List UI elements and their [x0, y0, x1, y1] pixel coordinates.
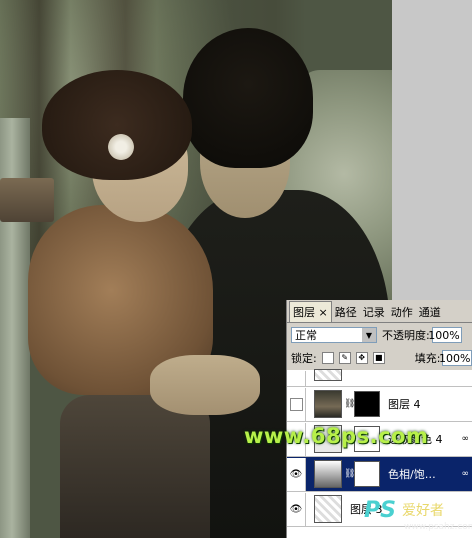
- tab-channels[interactable]: 通道: [416, 302, 444, 322]
- opacity-label: 不透明度:: [382, 329, 430, 342]
- eye-icon[interactable]: 👁: [287, 457, 306, 491]
- site-watermark: www.68ps.com: [244, 424, 429, 448]
- woman-dress: [60, 395, 210, 538]
- ps-logo-mark: PS: [364, 498, 396, 523]
- visibility-toggle[interactable]: [287, 370, 306, 386]
- fill-label: 填充:: [414, 352, 441, 365]
- link-chain-icon: ∞: [461, 469, 470, 479]
- ps-logo-name: 爱好者: [402, 503, 444, 519]
- empty-eye-box: [289, 397, 303, 411]
- layer-thumbnail: [314, 369, 342, 381]
- tab-layers[interactable]: 图层 ×: [289, 301, 332, 322]
- pillar-bracket: [0, 178, 54, 222]
- layer-row-selected[interactable]: 👁 ⛓ 色相/饱… ∞: [287, 457, 472, 492]
- hair-flower: [108, 134, 134, 160]
- panel-tabs: 图层 × 路径 记录 动作 通道: [287, 300, 472, 323]
- lock-move-icon[interactable]: ✥: [355, 352, 368, 364]
- woman-arm: [150, 355, 260, 415]
- blend-row: 正常 ▼ 不透明度: 100%: [287, 323, 472, 347]
- lock-transparent-icon[interactable]: [321, 352, 334, 364]
- woman-hair: [42, 70, 192, 180]
- tab-history[interactable]: 记录: [360, 302, 388, 322]
- link-icon: ⛓: [344, 399, 356, 409]
- lock-row: 锁定: ✎ ✥ ■ 填充: 100%: [287, 347, 472, 369]
- layer-mask-thumbnail[interactable]: [354, 461, 380, 487]
- opacity-input[interactable]: 100%: [428, 327, 462, 343]
- ps-logo-url: www.psahz.com: [404, 522, 472, 532]
- man-hair: [183, 28, 313, 168]
- chevron-down-icon[interactable]: ▼: [362, 328, 376, 342]
- visibility-toggle[interactable]: [287, 387, 306, 421]
- lock-label: 锁定:: [291, 352, 317, 365]
- lock-brush-icon[interactable]: ✎: [338, 352, 351, 364]
- link-icon: ⛓: [344, 469, 356, 479]
- layer-thumbnail: [314, 390, 342, 418]
- close-icon[interactable]: ×: [319, 306, 328, 319]
- link-chain-icon: ∞: [461, 434, 470, 444]
- blend-mode-select[interactable]: 正常 ▼: [291, 327, 377, 343]
- eye-icon[interactable]: 👁: [287, 492, 306, 526]
- layer-thumbnail: [314, 495, 342, 523]
- lock-all-icon[interactable]: ■: [372, 352, 385, 364]
- layer-mask-thumbnail[interactable]: [354, 391, 380, 417]
- tab-actions[interactable]: 动作: [388, 302, 416, 322]
- layer-row[interactable]: ⛓ 图层 4: [287, 387, 472, 422]
- tab-paths[interactable]: 路径: [332, 302, 360, 322]
- canvas-background-gray: [392, 0, 472, 300]
- fill-input[interactable]: 100%: [439, 350, 472, 366]
- adjustment-thumbnail: [314, 460, 342, 488]
- layer-row[interactable]: [287, 369, 472, 387]
